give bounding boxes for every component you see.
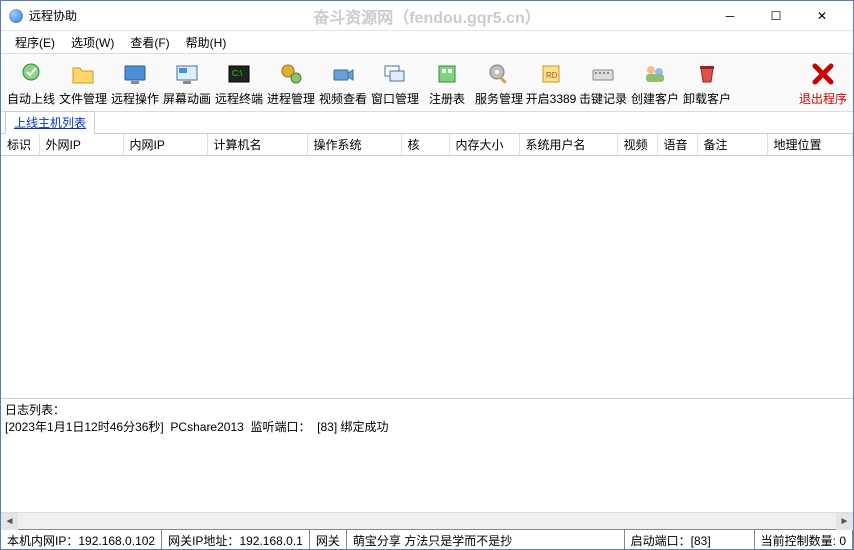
- window-buttons: ─ ☐ ✕: [707, 1, 845, 31]
- col-note[interactable]: 备注: [697, 134, 767, 156]
- tab-online-hosts[interactable]: 上线主机列表: [5, 111, 95, 134]
- host-grid[interactable]: 标识 外网IP 内网IP 计算机名 操作系统 核 内存大小 系统用户名 视频 语…: [1, 134, 853, 399]
- open-3389-button[interactable]: RD开启3389: [525, 56, 577, 111]
- menu-bar: 程序(E) 选项(W) 查看(F) 帮助(H): [1, 31, 853, 53]
- status-port: 启动端口：[83]: [625, 530, 755, 549]
- remote-op-button[interactable]: 远程操作: [109, 56, 161, 111]
- minimize-button[interactable]: ─: [707, 1, 753, 31]
- window-title: 远程协助: [29, 7, 77, 24]
- col-wan-ip[interactable]: 外网IP: [39, 134, 123, 156]
- app-icon: [9, 9, 23, 23]
- registry-icon: [431, 58, 463, 90]
- exit-button[interactable]: 退出程序: [797, 56, 849, 111]
- window-manager-button[interactable]: 窗口管理: [369, 56, 421, 111]
- x-icon: [807, 58, 839, 90]
- service-manager-button[interactable]: 服务管理: [473, 56, 525, 111]
- status-gateway-ip: 网关IP地址：192.168.0.1: [162, 530, 310, 549]
- camera-icon: [327, 58, 359, 90]
- status-control-count: 当前控制数量: 0: [755, 530, 853, 549]
- rdp-icon: RD: [535, 58, 567, 90]
- col-flag[interactable]: 标识: [1, 134, 39, 156]
- keylog-button[interactable]: 击键记录: [577, 56, 629, 111]
- close-button[interactable]: ✕: [799, 1, 845, 31]
- status-slogan: 萌宝分享 方法只是学而不是抄: [347, 530, 625, 549]
- log-panel: 日志列表： [2023年1月1日12时46分36秒] PCshare2013 监…: [1, 399, 853, 529]
- gear-wrench-icon: [483, 58, 515, 90]
- users-icon: [639, 58, 671, 90]
- auto-online-button[interactable]: 自动上线: [5, 56, 57, 111]
- process-manager-button[interactable]: 进程管理: [265, 56, 317, 111]
- menu-program[interactable]: 程序(E): [7, 32, 63, 53]
- maximize-button[interactable]: ☐: [753, 1, 799, 31]
- col-lan-ip[interactable]: 内网IP: [123, 134, 207, 156]
- toolbar: 自动上线 文件管理 远程操作 屏幕动画 C:\远程终端 进程管理 视频查看 窗口…: [1, 53, 853, 112]
- scroll-left-arrow[interactable]: ◄: [1, 513, 18, 530]
- status-bar: 本机内网IP：192.168.0.102 网关IP地址：192.168.0.1 …: [1, 529, 853, 549]
- status-gateway-name: 网关: [310, 530, 347, 549]
- uninstall-client-button[interactable]: 卸载客户: [681, 56, 733, 111]
- windows-icon: [379, 58, 411, 90]
- screen-icon: [171, 58, 203, 90]
- keyboard-icon: [587, 58, 619, 90]
- col-video[interactable]: 视频: [617, 134, 657, 156]
- horizontal-scrollbar[interactable]: ◄ ►: [1, 512, 853, 529]
- menu-help[interactable]: 帮助(H): [178, 32, 235, 53]
- title-bar: 远程协助 奋斗资源网（fendou.gqr5.cn） ─ ☐ ✕: [1, 1, 853, 31]
- registry-button[interactable]: 注册表: [421, 56, 473, 111]
- col-cores[interactable]: 核: [401, 134, 449, 156]
- col-mem[interactable]: 内存大小: [449, 134, 519, 156]
- video-view-button[interactable]: 视频查看: [317, 56, 369, 111]
- create-client-button[interactable]: 创建客户: [629, 56, 681, 111]
- col-voice[interactable]: 语音: [657, 134, 697, 156]
- screen-anim-button[interactable]: 屏幕动画: [161, 56, 213, 111]
- terminal-icon: C:\: [223, 58, 255, 90]
- file-manager-button[interactable]: 文件管理: [57, 56, 109, 111]
- svg-text:C:\: C:\: [232, 69, 243, 78]
- col-os[interactable]: 操作系统: [307, 134, 401, 156]
- col-computer[interactable]: 计算机名: [207, 134, 307, 156]
- monitor-icon: [119, 58, 151, 90]
- tab-strip: 上线主机列表: [1, 112, 853, 134]
- folder-icon: [67, 58, 99, 90]
- col-sysuser[interactable]: 系统用户名: [519, 134, 617, 156]
- trash-icon: [691, 58, 723, 90]
- scroll-right-arrow[interactable]: ►: [836, 513, 853, 530]
- auto-online-icon: [15, 58, 47, 90]
- status-lan-ip: 本机内网IP：192.168.0.102: [1, 530, 162, 549]
- watermark-text: 奋斗资源网（fendou.gqr5.cn）: [313, 4, 541, 28]
- gears-icon: [275, 58, 307, 90]
- column-header-row: 标识 外网IP 内网IP 计算机名 操作系统 核 内存大小 系统用户名 视频 语…: [1, 134, 853, 156]
- log-text[interactable]: 日志列表： [2023年1月1日12时46分36秒] PCshare2013 监…: [1, 399, 853, 512]
- menu-view[interactable]: 查看(F): [122, 32, 177, 53]
- col-geo[interactable]: 地理位置: [767, 134, 853, 156]
- svg-text:RD: RD: [546, 71, 558, 80]
- remote-terminal-button[interactable]: C:\远程终端: [213, 56, 265, 111]
- menu-options[interactable]: 选项(W): [63, 32, 122, 53]
